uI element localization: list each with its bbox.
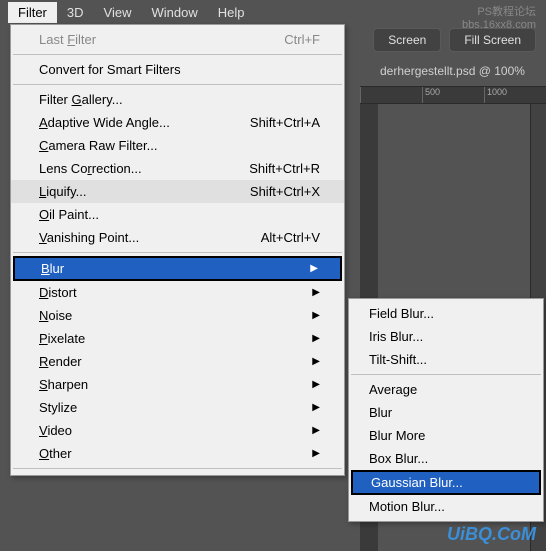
submenu-arrow-icon: ▶ bbox=[312, 379, 320, 390]
menu-noise[interactable]: Noise ▶ bbox=[11, 304, 344, 327]
document-title: derhergestellt.psd @ 100% bbox=[380, 64, 525, 78]
watermark-bottom: UiBQ.CoM bbox=[447, 524, 536, 545]
submenu-arrow-icon: ▶ bbox=[312, 287, 320, 298]
menu-last-filter: Last Filter Ctrl+F bbox=[11, 28, 344, 51]
menu-filter-gallery[interactable]: Filter Gallery... bbox=[11, 88, 344, 111]
menu-pixelate[interactable]: Pixelate ▶ bbox=[11, 327, 344, 350]
menu-help[interactable]: Help bbox=[208, 2, 255, 23]
submenu-iris-blur[interactable]: Iris Blur... bbox=[349, 325, 543, 348]
separator bbox=[13, 54, 342, 55]
menu-oil-paint[interactable]: Oil Paint... bbox=[11, 203, 344, 226]
submenu-field-blur[interactable]: Field Blur... bbox=[349, 302, 543, 325]
submenu-arrow-icon: ▶ bbox=[312, 425, 320, 436]
submenu-arrow-icon: ▶ bbox=[312, 310, 320, 321]
menu-lens-correction[interactable]: Lens Correction... Shift+Ctrl+R bbox=[11, 157, 344, 180]
separator bbox=[13, 468, 342, 469]
submenu-arrow-icon: ▶ bbox=[310, 263, 318, 274]
submenu-arrow-icon: ▶ bbox=[312, 402, 320, 413]
submenu-arrow-icon: ▶ bbox=[312, 448, 320, 459]
menu-convert-smart[interactable]: Convert for Smart Filters bbox=[11, 58, 344, 81]
menu-render[interactable]: Render ▶ bbox=[11, 350, 344, 373]
menu-liquify[interactable]: Liquify... Shift+Ctrl+X bbox=[11, 180, 344, 203]
menu-distort[interactable]: Distort ▶ bbox=[11, 281, 344, 304]
menu-filter[interactable]: Filter bbox=[8, 2, 57, 23]
menu-other[interactable]: Other ▶ bbox=[11, 442, 344, 465]
separator bbox=[13, 84, 342, 85]
menu-adaptive-wide-angle[interactable]: Adaptive Wide Angle... Shift+Ctrl+A bbox=[11, 111, 344, 134]
toolbar: Screen Fill Screen bbox=[373, 28, 536, 52]
submenu-average[interactable]: Average bbox=[349, 378, 543, 401]
submenu-arrow-icon: ▶ bbox=[312, 333, 320, 344]
separator bbox=[13, 252, 342, 253]
menu-stylize[interactable]: Stylize ▶ bbox=[11, 396, 344, 419]
menu-view[interactable]: View bbox=[94, 2, 142, 23]
watermark-top: PS教程论坛 bbs.16xx8.com bbox=[462, 3, 536, 31]
submenu-motion-blur[interactable]: Motion Blur... bbox=[349, 495, 543, 518]
submenu-arrow-icon: ▶ bbox=[312, 356, 320, 367]
submenu-blur-more[interactable]: Blur More bbox=[349, 424, 543, 447]
submenu-blur[interactable]: Blur bbox=[349, 401, 543, 424]
separator bbox=[351, 374, 541, 375]
menu-blur[interactable]: Blur ▶ bbox=[13, 256, 342, 281]
submenu-gaussian-blur[interactable]: Gaussian Blur... bbox=[351, 470, 541, 495]
blur-submenu: Field Blur... Iris Blur... Tilt-Shift...… bbox=[348, 298, 544, 522]
filter-dropdown: Last Filter Ctrl+F Convert for Smart Fil… bbox=[10, 24, 345, 476]
menu-vanishing-point[interactable]: Vanishing Point... Alt+Ctrl+V bbox=[11, 226, 344, 249]
menu-camera-raw[interactable]: Camera Raw Filter... bbox=[11, 134, 344, 157]
menu-window[interactable]: Window bbox=[141, 2, 207, 23]
screen-button[interactable]: Screen bbox=[373, 28, 441, 52]
menu-3d[interactable]: 3D bbox=[57, 2, 94, 23]
menu-sharpen[interactable]: Sharpen ▶ bbox=[11, 373, 344, 396]
submenu-tilt-shift[interactable]: Tilt-Shift... bbox=[349, 348, 543, 371]
menu-video[interactable]: Video ▶ bbox=[11, 419, 344, 442]
horizontal-ruler: 500 1000 bbox=[360, 86, 546, 104]
fill-screen-button[interactable]: Fill Screen bbox=[449, 28, 536, 52]
submenu-box-blur[interactable]: Box Blur... bbox=[349, 447, 543, 470]
